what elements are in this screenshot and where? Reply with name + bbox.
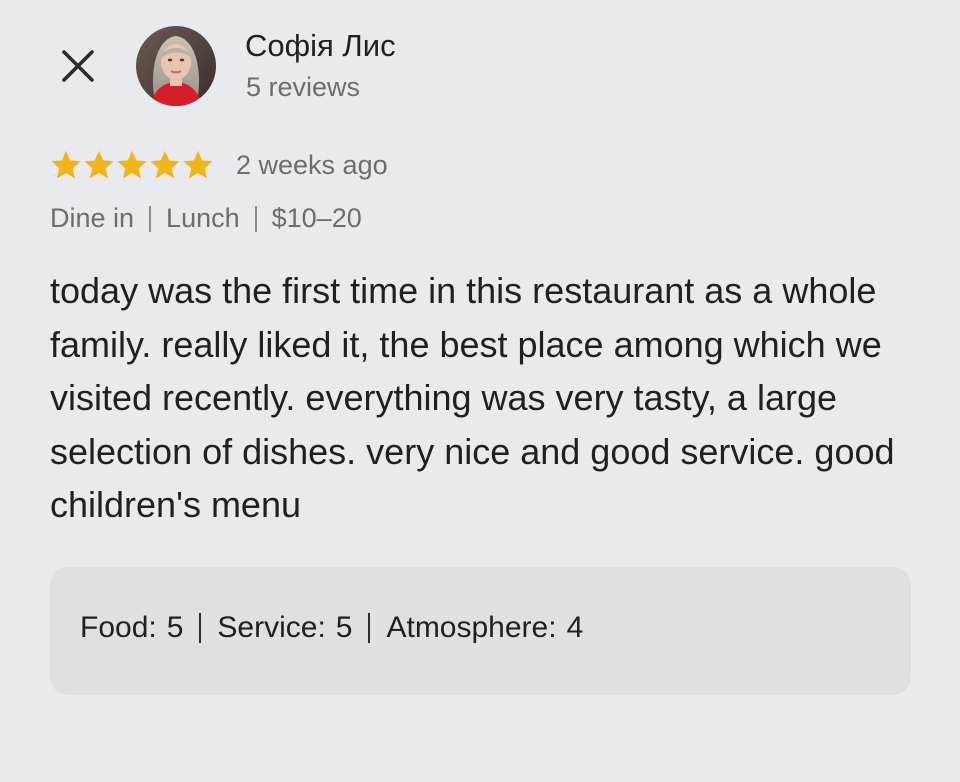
- review-detail-page: Софія Лис 5 reviews 2 weeks ago Dine in …: [0, 0, 960, 782]
- review-text: today was the first time in this restaur…: [50, 270, 895, 525]
- author-name[interactable]: Софія Лис: [245, 28, 396, 64]
- food-rating-label: Food:: [80, 611, 157, 644]
- star-rating: [50, 149, 214, 181]
- review-date: 2 weeks ago: [236, 149, 388, 180]
- star-icon: [117, 150, 147, 179]
- service-rating-value: 5: [335, 611, 353, 644]
- tag-divider: [254, 205, 257, 232]
- rating-divider: [199, 613, 202, 643]
- rating-divider: [368, 613, 371, 643]
- avatar[interactable]: [136, 26, 216, 106]
- service-rating-label: Service:: [217, 611, 326, 644]
- star-icon: [51, 150, 81, 179]
- close-icon: [62, 50, 94, 82]
- star-icon: [84, 150, 114, 179]
- avatar-image: [136, 26, 216, 106]
- tag-divider: [149, 205, 152, 232]
- atmosphere-rating-label: Atmosphere:: [386, 611, 557, 644]
- close-button[interactable]: [56, 44, 100, 88]
- star-icon: [150, 150, 180, 179]
- tag-price-range: $10–20: [271, 203, 362, 233]
- author-reviews-count: 5 reviews: [246, 72, 361, 102]
- atmosphere-rating-value: 4: [566, 611, 584, 644]
- star-icon: [183, 150, 213, 179]
- ratings-breakdown: Food: 5 Service: 5 Atmosphere: 4: [50, 567, 911, 695]
- food-rating-value: 5: [166, 611, 184, 644]
- rating-row: 2 weeks ago: [50, 146, 388, 184]
- review-tags: Dine in Lunch $10–20: [50, 203, 362, 234]
- tag-service-type: Dine in: [50, 203, 135, 233]
- tag-meal-type: Lunch: [166, 203, 240, 233]
